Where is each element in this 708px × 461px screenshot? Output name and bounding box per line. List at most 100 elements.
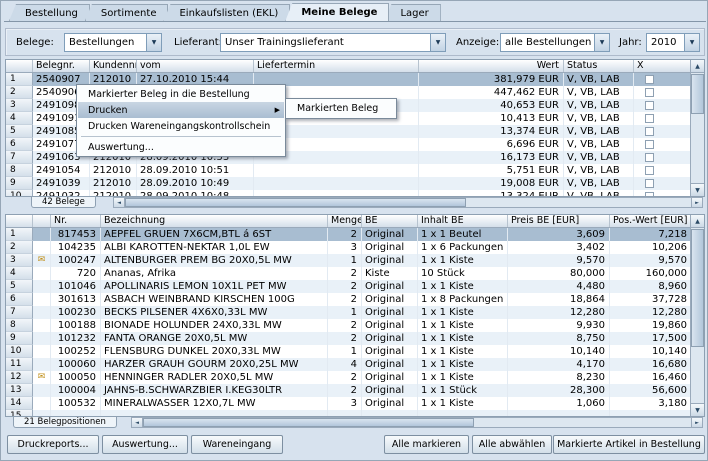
cell-icon[interactable]: ✉ (33, 371, 51, 384)
cell-poswert[interactable]: 16,680 (610, 358, 690, 371)
cell-preis[interactable]: 8,750 (508, 332, 610, 345)
cell-bezeichnung[interactable]: AEPFEL GRUEN 7X6CM,BTL á 6ST (101, 228, 328, 241)
cell-bezeichnung[interactable]: MINERALWASSER 12X0,7L MW (101, 397, 328, 410)
cell-x[interactable] (634, 138, 690, 151)
cell-status[interactable]: V, VB, LAB (564, 112, 634, 125)
checkbox[interactable] (645, 192, 654, 196)
tab-einkaufslisten-ekl[interactable]: Einkaufslisten (EKL) (163, 4, 290, 21)
position-row[interactable]: 9101232FANTA ORANGE 20X0,5L MW2Original1… (6, 332, 690, 345)
cell-be[interactable]: Original (362, 371, 418, 384)
position-count-tab[interactable]: 21 Belegpositionen (13, 417, 117, 428)
position-hscrollbar[interactable]: ◄ ► (131, 417, 703, 428)
cell-menge[interactable]: 2 (328, 384, 362, 397)
cell-status[interactable]: V, VB, LAB (564, 190, 634, 196)
cell-nr[interactable]: 301613 (51, 293, 101, 306)
cell-nr[interactable]: 101232 (51, 332, 101, 345)
column-header-pos-wert-eur[interactable]: Pos.-Wert [EUR] (610, 215, 692, 227)
cell-be[interactable]: Original (362, 228, 418, 241)
cell-status[interactable]: V, VB, LAB (564, 138, 634, 151)
scroll-right-icon[interactable]: ► (691, 198, 702, 207)
checkbox[interactable] (645, 153, 654, 162)
menu-item-markierter-beleg-in-die-bestellung[interactable]: Markierter Beleg in die Bestellung (78, 86, 284, 102)
beleg-vscroll-thumb[interactable] (691, 74, 704, 114)
cell-x[interactable] (634, 151, 690, 164)
cell-bezeichnung[interactable] (101, 410, 328, 416)
cell-status[interactable]: V, VB, LAB (564, 177, 634, 190)
cell-poswert[interactable]: 12,280 (610, 306, 690, 319)
cell-preis[interactable]: 4,170 (508, 358, 610, 371)
tab-meine-belege[interactable]: Meine Belege (285, 3, 389, 21)
position-row[interactable]: 2104235ALBI KAROTTEN-NEKTAR 1,0L EW3Orig… (6, 241, 690, 254)
position-hscroll-thumb[interactable] (143, 418, 474, 427)
column-header-blank[interactable] (6, 215, 33, 227)
cell-be[interactable]: Original (362, 397, 418, 410)
cell-wert[interactable]: 447,462 EUR (419, 86, 564, 99)
cell-be[interactable]: Original (362, 332, 418, 345)
column-header-menge[interactable]: Menge (328, 215, 362, 227)
cell-icon[interactable] (33, 293, 51, 306)
cell-x[interactable] (634, 73, 690, 86)
cell-menge[interactable]: 2 (328, 293, 362, 306)
beleg-row[interactable]: 8249105421201028.09.2010 10:515,751 EURV… (6, 164, 690, 177)
cell-nr[interactable]: 100252 (51, 345, 101, 358)
cell-belegnr[interactable]: 2491032 (33, 190, 90, 196)
beleg-count-tab[interactable]: 42 Belege (31, 197, 96, 208)
cell-vom[interactable]: 28.09.2010 10:48 (137, 190, 254, 196)
cell-inhalt[interactable] (418, 410, 508, 416)
cell-inhalt[interactable]: 1 x 1 Kiste (418, 280, 508, 293)
cell-wert[interactable]: 19,008 EUR (419, 177, 564, 190)
cell-bezeichnung[interactable]: ASBACH WEINBRAND KIRSCHEN 100G (101, 293, 328, 306)
checkbox[interactable] (645, 101, 654, 110)
cell-nr[interactable]: 100532 (51, 397, 101, 410)
cell-poswert[interactable]: 10,140 (610, 345, 690, 358)
cell-preis[interactable]: 8,230 (508, 371, 610, 384)
column-header-blank[interactable] (33, 215, 51, 227)
cell-preis[interactable]: 9,930 (508, 319, 610, 332)
position-row[interactable]: 11100060HARZER GRAUH GOURM 20X0,25L MW4O… (6, 358, 690, 371)
cell-icon[interactable] (33, 280, 51, 293)
cell-status[interactable]: V, VB, LAB (564, 86, 634, 99)
cell-status[interactable]: V, VB, LAB (564, 73, 634, 86)
scroll-down-icon[interactable]: ▼ (691, 403, 704, 416)
position-vscrollbar[interactable]: ▲ ▼ (690, 215, 704, 416)
cell-icon[interactable] (33, 241, 51, 254)
cell-be[interactable]: Original (362, 345, 418, 358)
checkbox[interactable] (645, 166, 654, 175)
cell-be[interactable]: Original (362, 319, 418, 332)
cell-inhalt[interactable]: 1 x 1 Kiste (418, 371, 508, 384)
beleg-hscroll-thumb[interactable] (125, 198, 466, 207)
position-row[interactable]: 3✉100247ALTENBURGER PREM BG 20X0,5L MW1O… (6, 254, 690, 267)
cell-x[interactable] (634, 190, 690, 196)
anzeige-combo[interactable]: alle Bestellungen ▼ (500, 33, 610, 52)
checkbox[interactable] (645, 140, 654, 149)
cell-nr[interactable]: 104235 (51, 241, 101, 254)
cell-poswert[interactable]: 17,500 (610, 332, 690, 345)
cell-be[interactable] (362, 410, 418, 416)
cell-menge[interactable]: 3 (328, 241, 362, 254)
cell-poswert[interactable]: 37,728 (610, 293, 690, 306)
cell-icon[interactable] (33, 397, 51, 410)
cell-inhalt[interactable]: 10 Stück (418, 267, 508, 280)
cell-wert[interactable]: 5,751 EUR (419, 164, 564, 177)
cell-icon[interactable]: ✉ (33, 254, 51, 267)
cell-x[interactable] (634, 112, 690, 125)
cell-be[interactable]: Original (362, 384, 418, 397)
scroll-right-icon[interactable]: ► (691, 418, 702, 427)
menu-item-drucken[interactable]: Drucken▶ (78, 102, 284, 118)
beleg-hscrollbar[interactable]: ◄ ► (113, 197, 703, 208)
cell-wert[interactable]: 6,696 EUR (419, 138, 564, 151)
cell-nr[interactable]: 100004 (51, 384, 101, 397)
cell-preis[interactable] (508, 410, 610, 416)
column-header-nr[interactable]: Nr. (51, 215, 101, 227)
cell-poswert[interactable]: 8,960 (610, 280, 690, 293)
cell-nr[interactable]: 101046 (51, 280, 101, 293)
cell-icon[interactable] (33, 384, 51, 397)
cell-icon[interactable] (33, 358, 51, 371)
cell-bezeichnung[interactable]: ALBI KAROTTEN-NEKTAR 1,0L EW (101, 241, 328, 254)
cell-icon[interactable] (33, 306, 51, 319)
cell-preis[interactable]: 3,609 (508, 228, 610, 241)
cell-inhalt[interactable]: 1 x 1 Beutel (418, 228, 508, 241)
cell-preis[interactable]: 12,280 (508, 306, 610, 319)
cell-preis[interactable]: 10,140 (508, 345, 610, 358)
cell-be[interactable]: Kiste (362, 267, 418, 280)
